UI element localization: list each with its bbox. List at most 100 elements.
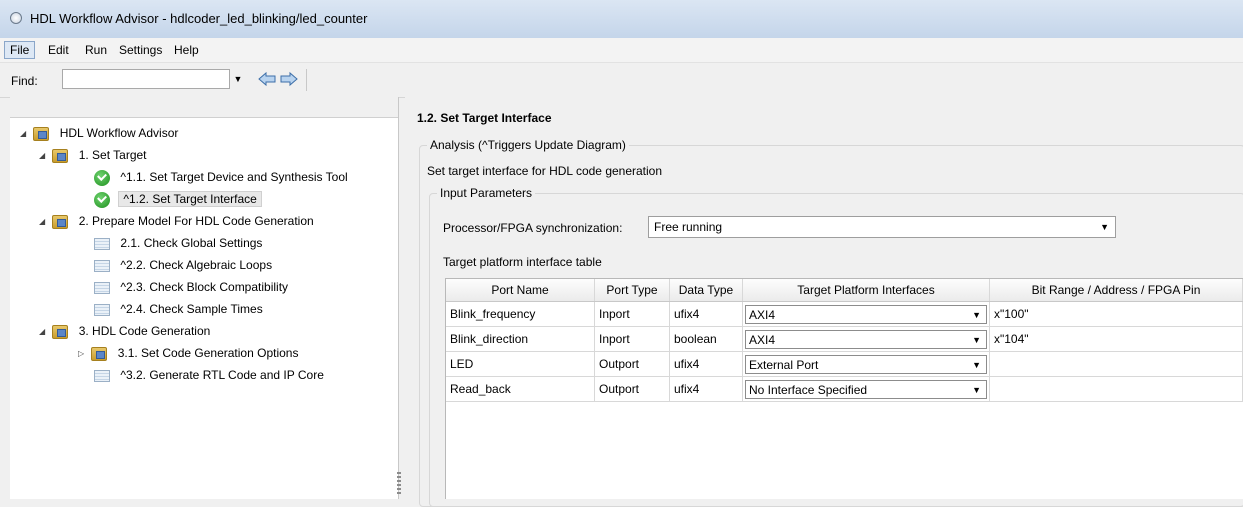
- tree-label: 2. Prepare Model For HDL Code Generation: [78, 214, 314, 228]
- tree-node-set-target-interface[interactable]: ^1.2. Set Target Interface: [94, 189, 262, 209]
- interface-select[interactable]: AXI4 ▼: [745, 304, 987, 324]
- cell-interface: External Port ▼: [742, 351, 990, 377]
- expand-toggle-icon[interactable]: ◢: [39, 146, 49, 166]
- col-port-name[interactable]: Port Name: [446, 279, 595, 302]
- expand-toggle-icon[interactable]: ◢: [39, 322, 49, 342]
- check-passed-icon: [94, 191, 110, 208]
- cell-port-type: Outport: [594, 376, 670, 402]
- interface-select[interactable]: No Interface Specified ▼: [745, 379, 987, 399]
- cell-port-name: LED: [446, 351, 595, 377]
- task-icon: [94, 303, 110, 316]
- table-header-row: Port Name Port Type Data Type Target Pla…: [446, 279, 1243, 302]
- tree-label: ^1.2. Set Target Interface: [118, 191, 262, 207]
- col-port-type[interactable]: Port Type: [594, 279, 670, 302]
- cell-port-type: Inport: [594, 326, 670, 352]
- cell-interface: AXI4 ▼: [742, 301, 990, 327]
- menu-settings[interactable]: Settings: [114, 42, 167, 58]
- cell-bit-range[interactable]: [989, 376, 1243, 402]
- tree-label: 3.1. Set Code Generation Options: [117, 346, 299, 360]
- tree-label: 1. Set Target: [78, 148, 147, 162]
- task-icon: [94, 369, 110, 382]
- tree-node-check-global[interactable]: 2.1. Check Global Settings: [94, 233, 264, 253]
- menu-bar: File Edit Run Settings Help: [0, 38, 1243, 63]
- interface-select-value: No Interface Specified: [749, 382, 868, 397]
- chevron-down-icon: ▼: [1100, 222, 1109, 232]
- cell-data-type: ufix4: [669, 301, 743, 327]
- interface-table: Port Name Port Type Data Type Target Pla…: [445, 278, 1243, 499]
- table-row: Read_back Outport ufix4 No Interface Spe…: [446, 376, 1243, 402]
- tree-label: ^1.1. Set Target Device and Synthesis To…: [120, 170, 348, 184]
- sync-select[interactable]: Free running ▼: [648, 216, 1116, 238]
- sync-select-value: Free running: [654, 220, 723, 234]
- interface-select-value: AXI4: [749, 307, 776, 322]
- task-tree-pane: ◢ HDL Workflow Advisor ◢ 1. Set Target ^…: [10, 97, 399, 499]
- folder-icon: [52, 324, 69, 339]
- chevron-down-icon: ▼: [972, 309, 981, 320]
- collapse-toggle-icon[interactable]: ▷: [78, 344, 88, 364]
- expand-toggle-icon[interactable]: ◢: [20, 124, 30, 144]
- table-title: Target platform interface table: [443, 255, 602, 269]
- analysis-group-legend: Analysis (^Triggers Update Diagram): [427, 138, 629, 152]
- chevron-down-icon: ▼: [972, 384, 981, 395]
- folder-icon: [52, 148, 69, 163]
- cell-port-name: Blink_frequency: [446, 301, 595, 327]
- cell-data-type: ufix4: [669, 351, 743, 377]
- cell-port-name: Read_back: [446, 376, 595, 402]
- tree-node-check-block[interactable]: ^2.3. Check Block Compatibility: [94, 277, 290, 297]
- chevron-down-icon: ▼: [972, 334, 981, 345]
- window-title: HDL Workflow Advisor - hdlcoder_led_blin…: [30, 11, 368, 26]
- col-data-type[interactable]: Data Type: [669, 279, 743, 302]
- col-target-interface[interactable]: Target Platform Interfaces: [742, 279, 990, 302]
- cell-bit-range[interactable]: x"100": [989, 301, 1243, 327]
- folder-icon: [33, 126, 50, 141]
- tree-node-set-target[interactable]: ◢ 1. Set Target: [39, 145, 149, 165]
- chevron-down-icon[interactable]: ▼: [232, 70, 244, 88]
- tree-node-set-target-device[interactable]: ^1.1. Set Target Device and Synthesis To…: [94, 167, 350, 187]
- find-input[interactable]: [62, 69, 230, 89]
- forward-arrow-icon[interactable]: [279, 71, 299, 87]
- pane-splitter-handle[interactable]: [397, 472, 401, 496]
- page-title: 1.2. Set Target Interface: [417, 111, 552, 125]
- tree-node-generate-rtl[interactable]: ^3.2. Generate RTL Code and IP Core: [94, 365, 326, 385]
- cell-bit-range[interactable]: x"104": [989, 326, 1243, 352]
- tree-label: ^2.4. Check Sample Times: [120, 302, 263, 316]
- cell-bit-range[interactable]: [989, 351, 1243, 377]
- tree-node-check-sample[interactable]: ^2.4. Check Sample Times: [94, 299, 265, 319]
- interface-select[interactable]: External Port ▼: [745, 354, 987, 374]
- menu-file[interactable]: File: [4, 41, 36, 59]
- tree-label: ^2.3. Check Block Compatibility: [120, 280, 289, 294]
- find-label: Find:: [11, 74, 38, 88]
- input-parameters-legend: Input Parameters: [437, 186, 536, 200]
- tree-node-set-codegen-options[interactable]: ▷ 3.1. Set Code Generation Options: [78, 343, 300, 363]
- tree-node-root[interactable]: ◢ HDL Workflow Advisor: [20, 123, 180, 143]
- menu-edit[interactable]: Edit: [43, 42, 74, 58]
- app-icon: [10, 12, 22, 24]
- task-icon: [94, 259, 110, 272]
- interface-select-value: External Port: [749, 357, 819, 372]
- folder-icon: [91, 346, 108, 361]
- tree-node-hdl-codegen[interactable]: ◢ 3. HDL Code Generation: [39, 321, 212, 341]
- tree-label: 3. HDL Code Generation: [78, 324, 211, 338]
- toolbar: Find: ▼: [0, 63, 1243, 98]
- tree-header-strip: [10, 97, 398, 118]
- tree-label: ^3.2. Generate RTL Code and IP Core: [120, 368, 324, 382]
- tree-node-check-algebraic[interactable]: ^2.2. Check Algebraic Loops: [94, 255, 274, 275]
- col-bit-range[interactable]: Bit Range / Address / FPGA Pin: [989, 279, 1243, 302]
- expand-toggle-icon[interactable]: ◢: [39, 212, 49, 232]
- cell-port-type: Inport: [594, 301, 670, 327]
- interface-select[interactable]: AXI4 ▼: [745, 329, 987, 349]
- table-row: Blink_frequency Inport ufix4 AXI4 ▼ x"10…: [446, 301, 1243, 327]
- menu-help[interactable]: Help: [169, 42, 204, 58]
- cell-interface: No Interface Specified ▼: [742, 376, 990, 402]
- check-passed-icon: [94, 169, 110, 186]
- tree-node-prepare-model[interactable]: ◢ 2. Prepare Model For HDL Code Generati…: [39, 211, 316, 231]
- cell-interface: AXI4 ▼: [742, 326, 990, 352]
- cell-data-type: ufix4: [669, 376, 743, 402]
- task-description: Set target interface for HDL code genera…: [427, 164, 663, 178]
- task-icon: [94, 237, 110, 250]
- back-arrow-icon[interactable]: [257, 71, 277, 87]
- cell-data-type: boolean: [669, 326, 743, 352]
- menu-run[interactable]: Run: [80, 42, 112, 58]
- title-bar: HDL Workflow Advisor - hdlcoder_led_blin…: [0, 0, 1243, 39]
- table-row: LED Outport ufix4 External Port ▼: [446, 351, 1243, 377]
